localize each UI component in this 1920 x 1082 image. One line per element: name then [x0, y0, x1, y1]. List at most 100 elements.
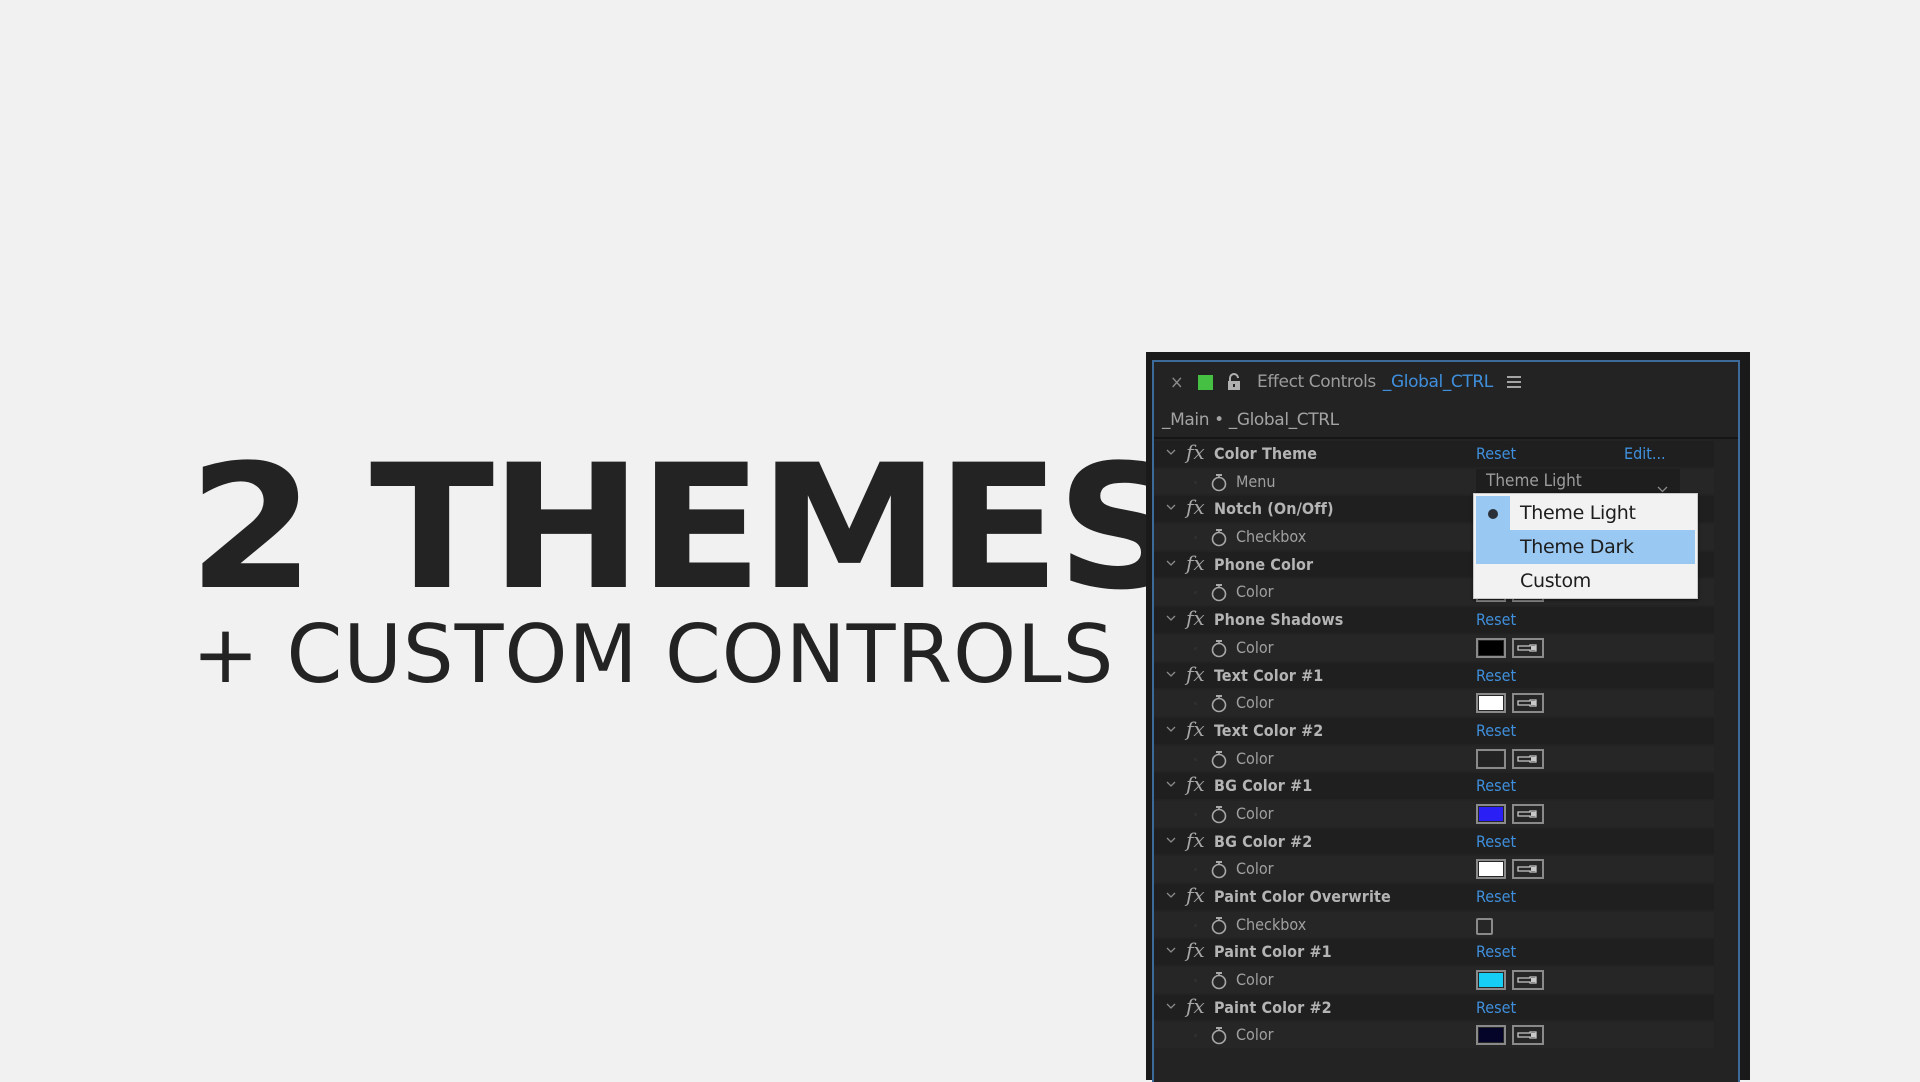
eyedropper-icon[interactable]: [1512, 803, 1544, 824]
color-swatch[interactable]: [1476, 1025, 1506, 1046]
reset-link[interactable]: Reset: [1476, 828, 1516, 856]
eyedropper-icon[interactable]: [1512, 748, 1544, 769]
stopwatch-icon[interactable]: [1210, 694, 1228, 713]
stopwatch-icon[interactable]: [1210, 805, 1228, 824]
hamburger-menu-icon[interactable]: [1506, 376, 1521, 388]
parameter-name: Checkbox: [1236, 527, 1307, 547]
effect-controls-panel-frame: × Effect Controls _Global_CTRL _Main • _…: [1146, 352, 1750, 1082]
effect-name[interactable]: Paint Color #2: [1214, 994, 1332, 1022]
parameter-name: Color: [1236, 970, 1274, 990]
color-swatch[interactable]: [1476, 637, 1506, 658]
dropdown-option-label: Theme Dark: [1520, 536, 1634, 558]
parameter-name: Color: [1236, 1025, 1274, 1045]
reset-link[interactable]: Reset: [1476, 883, 1516, 911]
stopwatch-icon[interactable]: [1210, 1026, 1228, 1045]
close-icon[interactable]: ×: [1170, 372, 1184, 393]
reset-link[interactable]: Reset: [1476, 440, 1516, 468]
reset-link[interactable]: Reset: [1476, 994, 1516, 1022]
effect-name[interactable]: Phone Color: [1214, 551, 1313, 579]
fx-icon[interactable]: fx: [1186, 882, 1205, 910]
panel-title[interactable]: Effect Controls: [1257, 372, 1376, 392]
parameter-row: Color: [1154, 800, 1738, 828]
effect-row[interactable]: fx Phone Shadows Reset: [1154, 606, 1738, 634]
headline-subtitle: + CUSTOM CONTROLS: [192, 608, 1115, 701]
parameter-name: Checkbox: [1236, 914, 1307, 934]
effect-name[interactable]: BG Color #1: [1214, 772, 1312, 800]
effect-name[interactable]: Paint Color Overwrite: [1214, 883, 1391, 911]
fx-icon[interactable]: fx: [1186, 439, 1205, 467]
effect-name[interactable]: Color Theme: [1214, 440, 1317, 468]
reset-link[interactable]: Reset: [1476, 938, 1516, 966]
effect-name[interactable]: BG Color #2: [1214, 828, 1312, 856]
effect-name[interactable]: Phone Shadows: [1214, 606, 1343, 634]
twirl-dot: [1194, 480, 1197, 484]
color-swatch-fill: [1479, 973, 1503, 988]
effect-name[interactable]: Paint Color #1: [1214, 938, 1332, 966]
eyedropper-icon[interactable]: [1512, 1025, 1544, 1046]
stopwatch-icon[interactable]: [1210, 916, 1228, 935]
label-color-swatch[interactable]: [1198, 374, 1213, 390]
stopwatch-icon[interactable]: [1210, 860, 1228, 879]
theme-dropdown-menu: Theme Light Theme Dark Custom: [1473, 493, 1698, 599]
dropdown-option-custom[interactable]: Custom: [1476, 564, 1695, 598]
color-swatch[interactable]: [1476, 693, 1506, 714]
effect-row[interactable]: fx BG Color #1 Reset: [1154, 772, 1738, 800]
color-swatch-fill: [1479, 806, 1503, 821]
color-swatch[interactable]: [1476, 859, 1506, 880]
eyedropper-icon[interactable]: [1512, 859, 1544, 880]
fx-icon[interactable]: fx: [1186, 550, 1205, 578]
eyedropper-icon[interactable]: [1512, 637, 1544, 658]
stopwatch-icon[interactable]: [1210, 473, 1228, 492]
effect-row[interactable]: fx Color Theme Reset Edit...: [1154, 440, 1738, 468]
panel-layer-name[interactable]: _Global_CTRL: [1383, 372, 1493, 392]
color-swatch[interactable]: [1476, 803, 1506, 824]
parameter-name: Color: [1236, 693, 1274, 713]
effect-name[interactable]: Text Color #2: [1214, 717, 1323, 745]
effect-row[interactable]: fx Paint Color #2 Reset: [1154, 994, 1738, 1022]
header-divider: [1154, 437, 1738, 439]
stopwatch-icon[interactable]: [1210, 583, 1228, 602]
stopwatch-icon[interactable]: [1210, 528, 1228, 547]
dropdown-option-theme-light[interactable]: Theme Light: [1476, 496, 1695, 530]
fx-icon[interactable]: fx: [1186, 993, 1205, 1021]
stopwatch-icon[interactable]: [1210, 750, 1228, 769]
fx-icon[interactable]: fx: [1186, 716, 1205, 744]
eyedropper-icon[interactable]: [1512, 970, 1544, 991]
parameter-row: Checkbox: [1154, 911, 1738, 939]
theme-menu-select[interactable]: Theme Light: [1476, 468, 1680, 494]
parameter-row: Color: [1154, 966, 1738, 994]
effect-row[interactable]: fx Paint Color Overwrite Reset: [1154, 883, 1738, 911]
eyedropper-icon[interactable]: [1512, 693, 1544, 714]
reset-link[interactable]: Reset: [1476, 606, 1516, 634]
edit-link[interactable]: Edit...: [1624, 440, 1666, 468]
parameter-row: Color: [1154, 1021, 1738, 1049]
color-swatch[interactable]: [1476, 970, 1506, 991]
bullet-icon: [1488, 509, 1498, 519]
effect-name[interactable]: Notch (On/Off): [1214, 495, 1334, 523]
twirl-dot: [1194, 1034, 1197, 1038]
fx-icon[interactable]: fx: [1186, 771, 1205, 799]
twirl-dot: [1194, 757, 1197, 761]
parameter-name: Color: [1236, 582, 1274, 602]
dropdown-option-theme-dark[interactable]: Theme Dark: [1476, 530, 1695, 564]
effect-row[interactable]: fx Text Color #2 Reset: [1154, 717, 1738, 745]
stopwatch-icon[interactable]: [1210, 971, 1228, 990]
fx-icon[interactable]: fx: [1186, 661, 1205, 689]
lock-open-icon[interactable]: [1227, 373, 1243, 391]
checkbox[interactable]: [1476, 917, 1493, 935]
reset-link[interactable]: Reset: [1476, 772, 1516, 800]
effect-row[interactable]: fx Text Color #1 Reset: [1154, 662, 1738, 690]
effect-row[interactable]: fx BG Color #2 Reset: [1154, 828, 1738, 856]
reset-link[interactable]: Reset: [1476, 662, 1516, 690]
fx-icon[interactable]: fx: [1186, 937, 1205, 965]
effect-row[interactable]: fx Paint Color #1 Reset: [1154, 938, 1738, 966]
fx-icon[interactable]: fx: [1186, 605, 1205, 633]
effect-name[interactable]: Text Color #1: [1214, 662, 1323, 690]
stopwatch-icon[interactable]: [1210, 639, 1228, 658]
parameter-row: Color: [1154, 634, 1738, 662]
fx-icon[interactable]: fx: [1186, 494, 1205, 522]
fx-icon[interactable]: fx: [1186, 827, 1205, 855]
twirl-dot: [1194, 979, 1197, 983]
reset-link[interactable]: Reset: [1476, 717, 1516, 745]
color-swatch[interactable]: [1476, 748, 1506, 769]
